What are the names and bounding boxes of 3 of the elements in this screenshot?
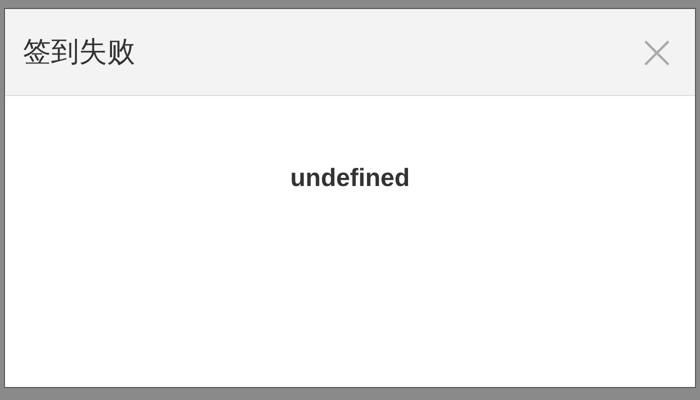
close-button[interactable]: × [636,28,677,76]
dialog-message: undefined [290,164,410,194]
dialog-title: 签到失败 [23,34,135,70]
